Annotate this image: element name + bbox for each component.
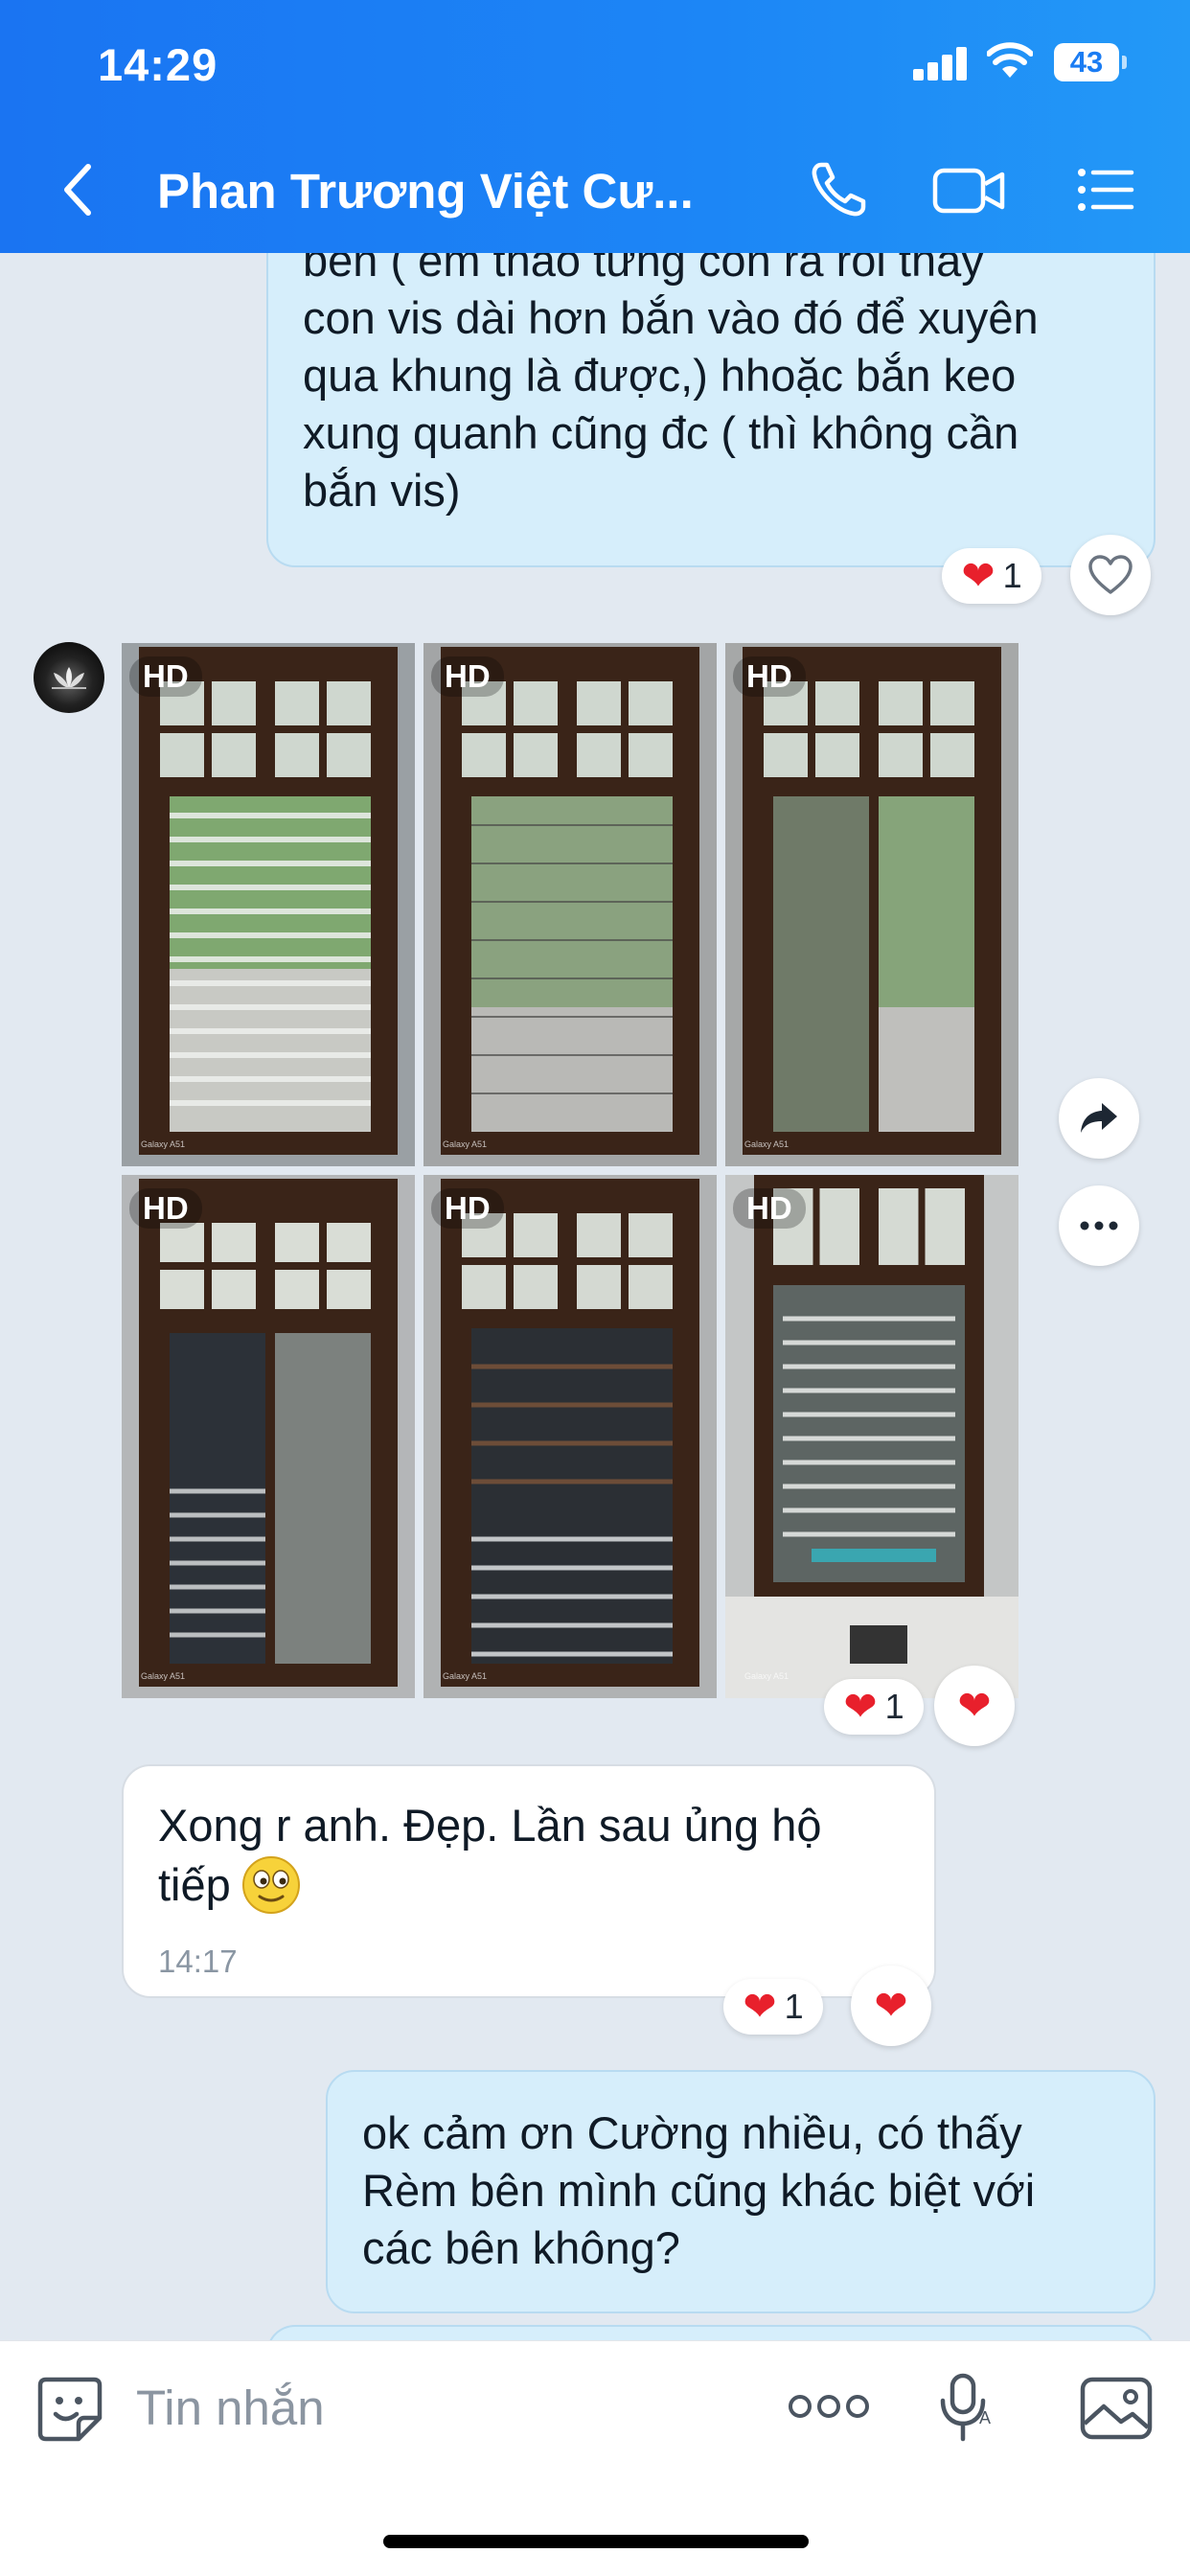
photo-grid: HD Galaxy A51 HD Galaxy A51 HD Galaxy A5… [122,643,1018,1698]
message-line: bắn vis) [303,465,461,516]
window-photo [122,1175,415,1698]
hd-badge: HD [129,656,202,697]
heart-icon: ❤ [743,1984,777,2029]
more-options-icon[interactable] [788,2391,870,2422]
hd-badge: HD [431,1188,504,1229]
home-indicator [383,2535,809,2548]
chat-header: 14:29 43 Phan Trương Việt Cư... [0,0,1190,253]
hd-badge: HD [431,656,504,697]
more-options-button[interactable] [1059,1185,1139,1266]
photo-thumbnail[interactable]: HD Galaxy A51 [725,643,1018,1166]
message-line: xung quanh cũng đc ( thì không cần [303,407,1019,458]
hd-badge: HD [733,656,806,697]
message-input[interactable]: Tin nhắn [136,2380,325,2436]
svg-text:A: A [979,2408,991,2427]
image-icon[interactable] [1079,2376,1154,2441]
hd-badge: HD [733,1188,806,1229]
window-photo [122,643,415,1166]
reaction-count[interactable]: ❤ 1 [942,548,1041,604]
window-photo [725,1175,1018,1698]
camera-tag: Galaxy A51 [141,1139,186,1149]
voice-input-icon[interactable]: A [937,2372,995,2443]
reaction-count[interactable]: ❤ 1 [723,1979,823,2035]
message-line: ok cảm ơn Cường nhiều, có thấy [362,2107,1022,2158]
more-dots-icon [1080,1221,1118,1230]
status-time: 14:29 [98,39,218,90]
message-line: qua khung là được,) hhoặc bắn keo [303,350,1017,401]
heart-icon: ❤ [874,1983,908,2028]
share-arrow-icon [1081,1103,1117,1133]
reaction-count[interactable]: ❤ 1 [824,1679,924,1735]
window-photo [725,643,1018,1166]
avatar[interactable] [34,642,104,713]
photo-thumbnail[interactable]: HD Galaxy A51 [423,643,717,1166]
smiley-emoji-icon [241,1856,300,1914]
camera-tag: Galaxy A51 [443,1139,488,1149]
camera-tag: Galaxy A51 [443,1671,488,1681]
heart-icon: ❤ [843,1684,878,1729]
message-line: con vis dài hơn bắn vào đó để xuyên [303,292,1039,343]
outgoing-message[interactable]: ok cảm ơn Cường nhiều, có thấy Rèm bên m… [326,2070,1156,2313]
photo-thumbnail[interactable]: HD Galaxy A51 [423,1175,717,1698]
message-line: tiếp [158,1859,231,1910]
battery-indicator: 43 [1054,43,1127,81]
camera-tag: Galaxy A51 [744,1139,790,1149]
wifi-icon [987,42,1033,78]
message-line: Xong r anh. Đẹp. Lần sau ủng hộ [158,1800,822,1851]
video-icon[interactable] [931,159,1008,220]
heart-icon: ❤ [961,553,995,598]
window-photo [423,1175,717,1698]
react-button[interactable]: ❤ [851,1966,931,2046]
message-line: các bên không? [362,2222,680,2273]
heart-icon: ❤ [957,1683,992,1728]
photo-thumbnail[interactable]: HD Galaxy A51 [122,1175,415,1698]
lotus-icon [52,667,86,689]
share-button[interactable] [1059,1078,1139,1159]
back-icon[interactable] [59,161,98,218]
phone-icon[interactable] [805,159,872,220]
list-icon[interactable] [1071,159,1138,220]
chat-title[interactable]: Phan Trương Việt Cư... [157,163,732,219]
react-button[interactable] [1070,535,1151,615]
window-photo [423,643,717,1166]
photo-thumbnail[interactable]: HD Galaxy A51 [122,643,415,1166]
camera-tag: Galaxy A51 [744,1671,790,1681]
signal-icon [913,46,969,80]
message-line: Rèm bên mình cũng khác biệt với [362,2165,1036,2216]
sticker-icon[interactable] [34,2374,105,2445]
camera-tag: Galaxy A51 [141,1671,186,1681]
react-button[interactable]: ❤ [934,1666,1015,1746]
incoming-message[interactable]: Xong r anh. Đẹp. Lần sau ủng hộ tiếp 14:… [122,1764,936,1998]
hd-badge: HD [129,1188,202,1229]
heart-outline-icon [1088,555,1133,594]
photo-thumbnail[interactable]: HD Galaxy A51 [725,1175,1018,1698]
